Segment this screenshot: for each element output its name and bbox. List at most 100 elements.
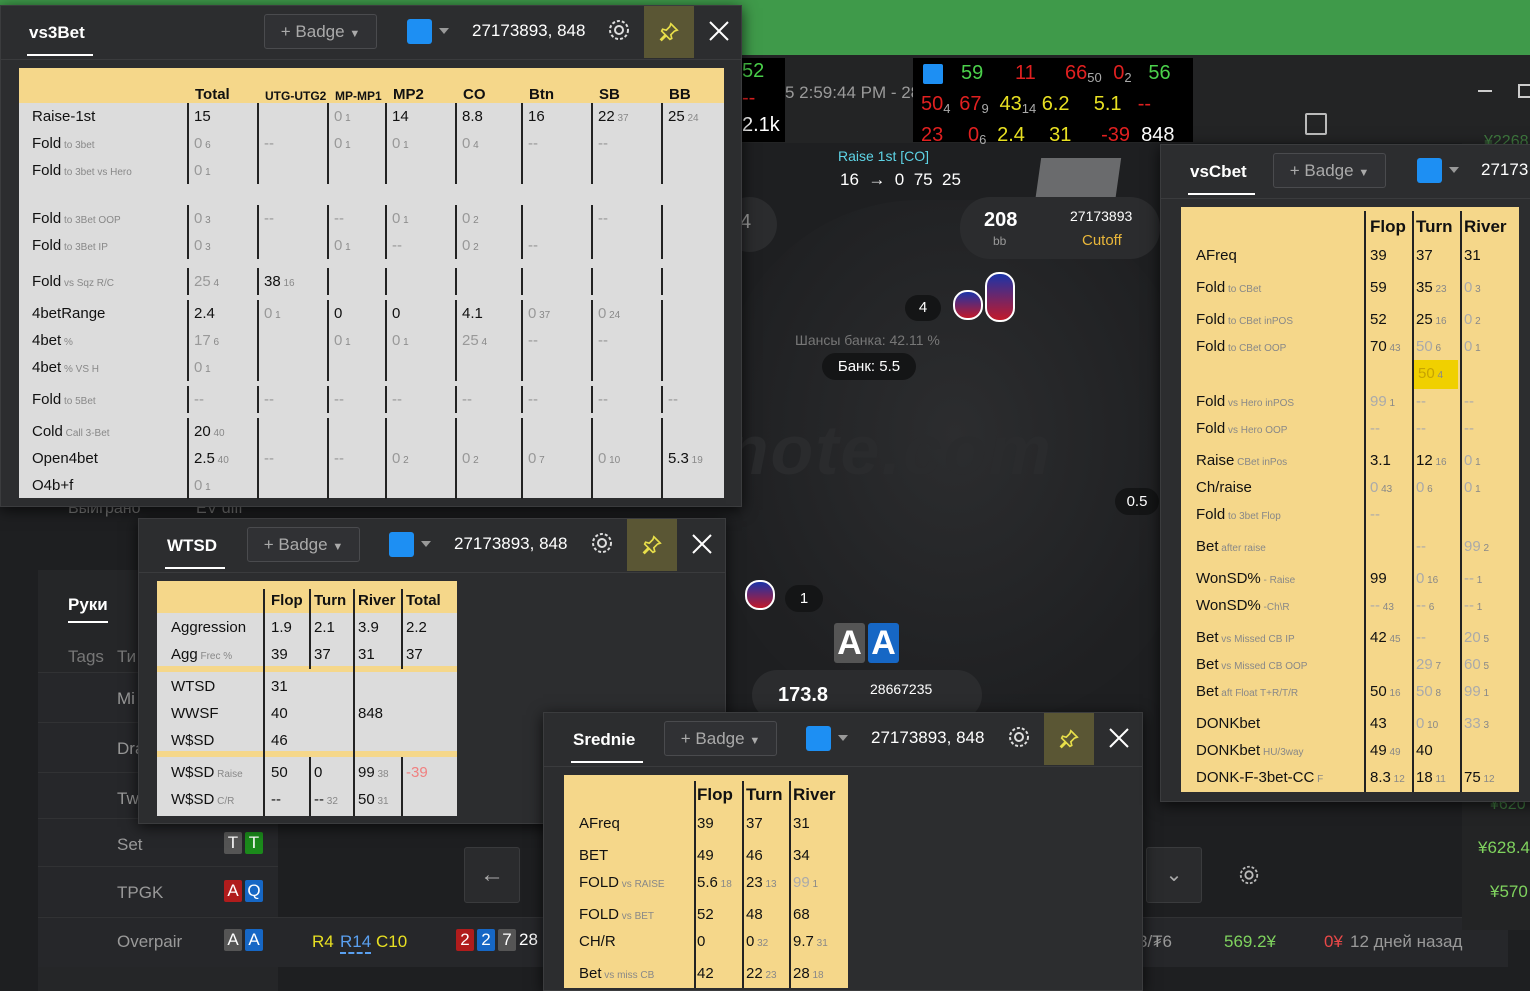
- add-badge-button[interactable]: + Badge ▼: [1273, 153, 1386, 188]
- color-picker-swatch[interactable]: [407, 19, 432, 44]
- stat-value: --: [264, 135, 274, 152]
- pin-icon: [659, 22, 679, 42]
- pin-button[interactable]: [644, 6, 694, 58]
- stat-value: 49: [697, 847, 714, 864]
- action-r14: R14: [340, 932, 372, 954]
- stat-value: 0 16: [1416, 570, 1439, 587]
- action-c10: C10: [376, 932, 408, 951]
- hud-sample: 2: [1124, 70, 1132, 85]
- list-item[interactable]: Mi: [38, 672, 138, 722]
- stat-value: FOLD vs RAISE: [579, 874, 665, 891]
- table-row: Fold to CBet 59 35 23 0 3: [1181, 274, 1519, 301]
- table-row: Bet vs Missed CB IP 42 45 -- 20 5: [1181, 624, 1519, 651]
- panel-title[interactable]: vsCbet: [1188, 162, 1255, 195]
- stat-value: Fold to CBet inPOS: [1196, 311, 1293, 328]
- hud-sample: 6: [979, 132, 987, 147]
- add-badge-button[interactable]: + Badge ▼: [264, 14, 377, 49]
- close-icon[interactable]: [1107, 726, 1131, 750]
- stat-value: 99 1: [1464, 683, 1490, 700]
- col-header: UTG-UTG2: [265, 89, 327, 103]
- collapse-icon[interactable]: [1305, 113, 1327, 135]
- panel-title[interactable]: vs3Bet: [27, 23, 93, 56]
- minimize-icon[interactable]: [1478, 90, 1492, 92]
- stat-value: DONK-F-3bet-CC F: [1196, 769, 1324, 786]
- stat-value: 60 5: [1464, 656, 1490, 673]
- table-row: Fold to 3bet 0 6 -- 0 1 0 1 0 4 -- --: [19, 130, 724, 157]
- stat-value: 0 1: [392, 210, 409, 227]
- raise-first-values: 16 → 0 75 25: [840, 170, 961, 189]
- stat-value: 46: [746, 847, 763, 864]
- col-header: SB: [599, 86, 620, 103]
- color-picker-swatch[interactable]: [389, 532, 414, 557]
- stat-value: WonSD% -Ch\R: [1196, 597, 1290, 614]
- tab-ti[interactable]: Ти: [117, 647, 136, 667]
- panel-title[interactable]: Srednie: [570, 730, 644, 763]
- chip-stack-icon: [985, 272, 1015, 322]
- hud-stat: 0: [1113, 62, 1125, 84]
- player-id: 27173893, 848: [472, 21, 586, 40]
- maximize-icon[interactable]: [1518, 84, 1530, 98]
- stat-value: 70 43: [1370, 338, 1401, 355]
- expand-button[interactable]: ⌄: [1146, 847, 1202, 903]
- chevron-down-icon[interactable]: [838, 735, 848, 741]
- color-picker-swatch[interactable]: [1417, 158, 1442, 183]
- stat-value: Bet after raise: [1196, 538, 1266, 555]
- color-picker-swatch[interactable]: [806, 726, 831, 751]
- hero-bet: 1: [785, 585, 823, 612]
- hud-panel-vscbet[interactable]: vsCbet + Badge ▼ 27173 Flop Turn River A…: [1160, 144, 1530, 802]
- pin-button[interactable]: [627, 519, 677, 571]
- hud-stat: 50: [921, 93, 944, 115]
- col-header: MP2: [393, 86, 424, 103]
- prev-hand-button[interactable]: ←: [464, 847, 520, 903]
- seat-cutoff[interactable]: 208 bb 27173893 Cutoff: [960, 197, 1160, 259]
- gear-icon[interactable]: [607, 18, 631, 42]
- table-row: 4betRange 2.4 0 1 0 0 4.1 0 37 0 24: [19, 300, 724, 327]
- table-row: Cold Call 3-Bet 20 40: [19, 418, 724, 445]
- close-icon[interactable]: [707, 19, 731, 43]
- gear-icon[interactable]: [1007, 725, 1031, 749]
- hud-stat: 59: [961, 62, 984, 84]
- tab-hands[interactable]: Руки: [68, 595, 108, 623]
- table-row: AFreq 39 37 31: [564, 810, 848, 837]
- hud-panel-srednie[interactable]: Srednie + Badge ▼ 27173893, 848 Flop Tur…: [543, 712, 1143, 991]
- top-left-hud: 52 -- 2.1k: [740, 58, 785, 142]
- add-badge-button[interactable]: + Badge ▼: [664, 721, 777, 756]
- chevron-down-icon[interactable]: [421, 541, 431, 547]
- stat-value: 9.7 31: [793, 933, 828, 950]
- stat-value: 52: [1370, 311, 1387, 328]
- close-icon[interactable]: [690, 532, 714, 556]
- stat-value: 2.4: [194, 305, 215, 322]
- stat-value: Bet vs miss CB: [579, 965, 655, 982]
- hud-panel-vs3bet[interactable]: vs3Bet + Badge ▼ 27173893, 848 Total UTG…: [0, 5, 742, 507]
- stat-value: Fold to CBet: [1196, 279, 1262, 296]
- hud-sample: 14: [1021, 101, 1037, 116]
- table-row: Bet vs miss CB 42 22 23 28 18: [564, 960, 848, 987]
- table-row: Fold vs Hero OOP -- -- --: [1181, 415, 1519, 442]
- stat-value: --: [392, 391, 402, 408]
- tab-tags[interactable]: Tags: [68, 647, 104, 667]
- raise-first-label: Raise 1st [CO]: [838, 148, 930, 164]
- stat-value: 0 7: [528, 450, 545, 467]
- settings-gear-icon[interactable]: [1238, 864, 1260, 886]
- panel-title[interactable]: WTSD: [164, 536, 226, 569]
- col-header: BB: [669, 86, 691, 103]
- chip-stack-icon: [953, 290, 983, 320]
- chevron-down-icon[interactable]: [1449, 167, 1459, 173]
- list-item[interactable]: TPGK AQ: [38, 866, 278, 916]
- gear-icon[interactable]: [590, 531, 614, 555]
- hud-stat: 11: [1015, 62, 1036, 84]
- stat-value: 0 37: [528, 305, 551, 322]
- add-badge-button[interactable]: + Badge ▼: [247, 527, 360, 562]
- list-item[interactable]: Dra: [38, 722, 144, 772]
- player-hud[interactable]: 59 11 66 50 02 56 50 4 67 9 43 14 6.2 5.1 --…: [913, 58, 1193, 147]
- chevron-down-icon[interactable]: [439, 28, 449, 34]
- stat-value: 48: [746, 906, 763, 923]
- row-label: Fold to 5Bet: [32, 391, 96, 408]
- action-r4: R4: [312, 932, 334, 951]
- list-item[interactable]: Tw: [38, 772, 139, 822]
- stat-value: 20 5: [1464, 629, 1490, 646]
- list-item[interactable]: Set TT: [38, 818, 278, 868]
- pin-button[interactable]: [1044, 713, 1094, 765]
- stat-value: 33 3: [1464, 715, 1490, 732]
- stat-value: Bet vs Missed CB IP: [1196, 629, 1295, 646]
